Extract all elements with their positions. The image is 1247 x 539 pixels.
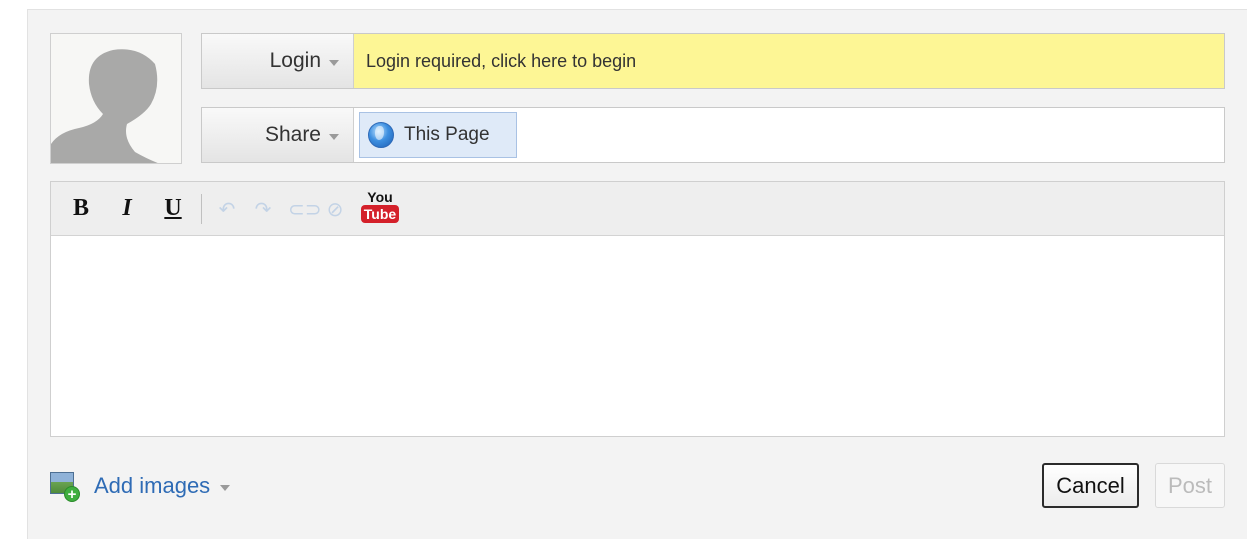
avatar-silhouette-icon xyxy=(51,49,158,163)
youtube-icon[interactable]: You Tube xyxy=(360,188,400,228)
toolbar-divider xyxy=(201,193,202,224)
italic-button[interactable]: I xyxy=(113,195,141,222)
share-button-label: Share xyxy=(264,123,321,146)
editor-toolbar: B I U ↶ ↷ ⊂⊃ ⊘ You Tube xyxy=(51,182,1224,236)
avatar xyxy=(50,33,182,164)
chevron-down-icon xyxy=(329,59,339,66)
cancel-button[interactable]: Cancel xyxy=(1042,463,1139,508)
login-button[interactable]: Login xyxy=(202,34,354,88)
add-images-label: Add images xyxy=(94,473,211,498)
post-button[interactable]: Post xyxy=(1155,463,1225,508)
underline-button[interactable]: U xyxy=(159,195,187,222)
comment-editor: B I U ↶ ↷ ⊂⊃ ⊘ You Tube xyxy=(50,181,1225,437)
link-icon[interactable]: ⊂⊃ xyxy=(288,198,322,220)
globe-icon xyxy=(368,122,394,148)
comment-text-area[interactable] xyxy=(51,237,1224,436)
youtube-icon-top: You xyxy=(367,188,393,205)
share-button[interactable]: Share xyxy=(202,108,354,162)
login-required-prompt[interactable]: Login required, click here to begin xyxy=(354,34,1224,88)
add-image-icon: + xyxy=(50,472,80,503)
login-row: Login Login required, click here to begi… xyxy=(201,33,1225,89)
youtube-icon-bottom: Tube xyxy=(360,204,400,223)
add-images-button[interactable]: + Add images xyxy=(50,472,231,503)
share-target-this-page[interactable]: This Page xyxy=(359,112,517,158)
bold-button[interactable]: B xyxy=(67,195,95,222)
share-row: Share This Page xyxy=(201,107,1225,163)
redo-icon[interactable]: ↷ xyxy=(252,198,274,220)
plus-icon: + xyxy=(64,486,80,503)
share-target-label: This Page xyxy=(404,124,490,145)
chevron-down-icon xyxy=(220,484,231,491)
chevron-down-icon xyxy=(329,133,339,140)
unlink-icon[interactable]: ⊘ xyxy=(324,198,346,220)
undo-icon[interactable]: ↶ xyxy=(216,198,238,220)
login-button-label: Login xyxy=(269,49,321,72)
